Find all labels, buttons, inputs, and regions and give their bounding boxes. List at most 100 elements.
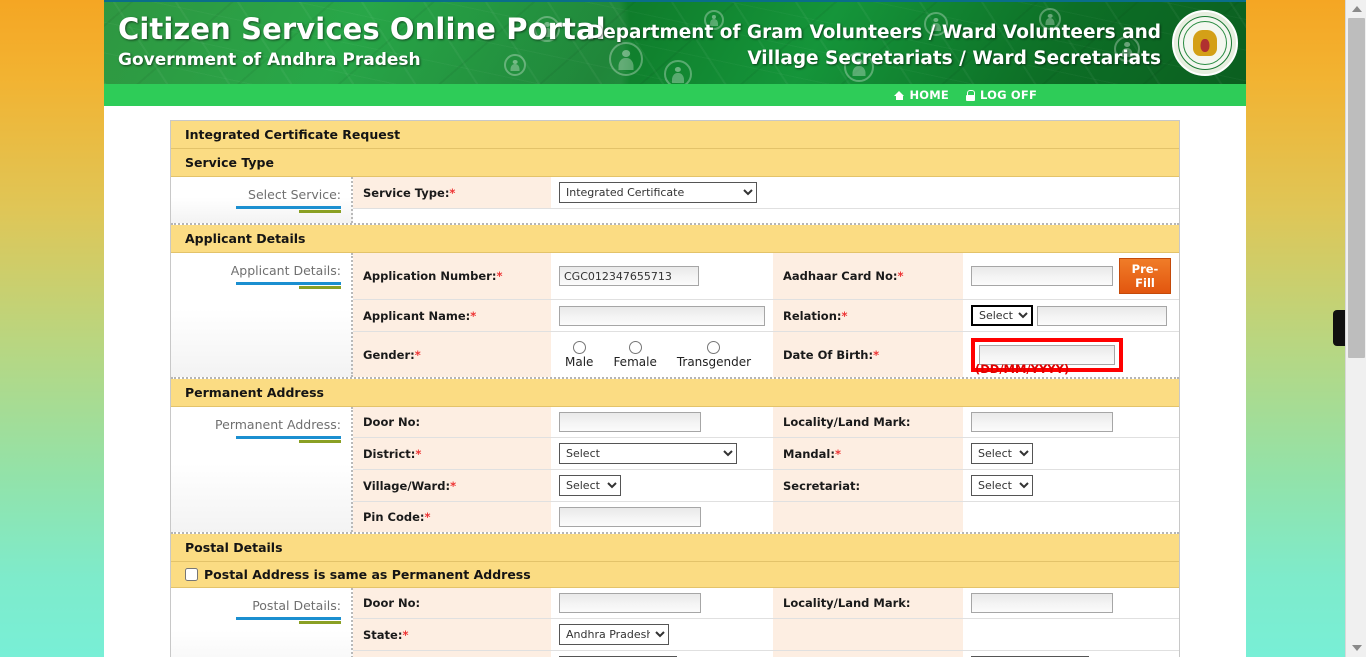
- accent-bar-blue: [236, 436, 341, 439]
- value-gender: Male Female Transgender: [551, 332, 773, 377]
- gender-option-transgender[interactable]: Transgender: [677, 340, 751, 369]
- side-label-text: Select Service:: [248, 187, 341, 202]
- postal-same-as-permanent-label[interactable]: Postal Address is same as Permanent Addr…: [185, 567, 1165, 582]
- label-postal-mandal: Mandal:*: [773, 651, 963, 657]
- postal-same-as-permanent-checkbox[interactable]: [185, 568, 198, 581]
- relation-select[interactable]: Select: [971, 305, 1033, 326]
- prefill-button[interactable]: Pre-Fill: [1119, 258, 1171, 294]
- empty-value-cell: [963, 502, 1179, 532]
- value-perm-district: Select: [551, 438, 773, 469]
- department-title-line2: Village Secretariats / Ward Secretariats: [747, 48, 1161, 69]
- gender-radio-female[interactable]: [628, 340, 642, 354]
- section-header-applicant-details: Applicant Details: [171, 225, 1179, 253]
- value-relation: Select: [963, 300, 1179, 331]
- section-body-permanent-address: Permanent Address: Door No: Locality/Lan…: [171, 407, 1179, 534]
- accent-bar-olive: [299, 621, 341, 624]
- label-postal-locality: Locality/Land Mark:: [773, 588, 963, 618]
- label-perm-locality: Locality/Land Mark:: [773, 407, 963, 437]
- site-title-line2: Government of Andhra Pradesh: [118, 50, 421, 70]
- service-type-select[interactable]: Integrated Certificate: [559, 182, 757, 203]
- required-marker: *: [415, 446, 422, 461]
- accent-bar-blue: [236, 206, 341, 209]
- label-perm-door-no: Door No:: [353, 407, 551, 437]
- required-marker: *: [402, 627, 409, 642]
- required-marker: *: [414, 347, 421, 362]
- label-perm-pincode: Pin Code: *: [353, 502, 551, 532]
- label-gender: Gender: *: [353, 332, 551, 377]
- gender-radio-male[interactable]: [572, 340, 586, 354]
- scroll-up-arrow-icon[interactable]: [1346, 0, 1366, 18]
- spacer-row: [353, 209, 1179, 223]
- page-content: Integrated Certificate Request Service T…: [104, 106, 1246, 657]
- label-aadhaar: Aadhaar Card No: *: [773, 253, 963, 299]
- site-title-line1: Citizen Services Online Portal: [118, 12, 606, 46]
- perm-mandal-select[interactable]: Select: [971, 443, 1033, 464]
- nav-logoff-link[interactable]: LOG OFF: [965, 88, 1037, 102]
- postal-same-as-permanent-row: Postal Address is same as Permanent Addr…: [171, 562, 1179, 588]
- section-body-applicant-details: Applicant Details: Application Number: * …: [171, 253, 1179, 379]
- date-format-hint: (DD/MM/YYYY): [975, 361, 1070, 376]
- accent-bar-blue: [236, 617, 341, 620]
- side-label-text: Postal Details:: [252, 598, 341, 613]
- relation-name-input[interactable]: [1037, 305, 1167, 326]
- page-scrollbar[interactable]: [1345, 0, 1366, 657]
- accent-bar-olive: [299, 440, 341, 443]
- perm-district-select[interactable]: Select: [559, 443, 737, 464]
- applicant-name-input[interactable]: [559, 305, 765, 326]
- side-label-service-type: Select Service:: [171, 177, 353, 223]
- required-marker: *: [873, 347, 880, 362]
- label-service-type: Service Type: *: [353, 177, 551, 208]
- value-postal-door-no: [551, 588, 773, 618]
- label-relation: Relation: *: [773, 300, 963, 331]
- side-label-text: Applicant Details:: [230, 263, 341, 278]
- aadhaar-input[interactable]: [971, 266, 1113, 286]
- side-label-text: Permanent Address:: [215, 417, 341, 432]
- perm-secretariat-select[interactable]: Select: [971, 475, 1033, 496]
- scrollbar-thumb[interactable]: [1348, 18, 1365, 358]
- form-row: Application Number:* Aadhaar Card No:* P…: [353, 253, 1179, 300]
- section-body-postal-details: Postal Details: Door No: Locality/Land M…: [171, 588, 1179, 657]
- page-shell: Citizen Services Online Portal Governmen…: [104, 0, 1246, 657]
- label-application-number: Application Number: *: [353, 253, 551, 299]
- gender-option-female[interactable]: Female: [613, 340, 657, 369]
- section-header-permanent-address: Permanent Address: [171, 379, 1179, 407]
- value-perm-secretariat: Select: [963, 470, 1179, 501]
- value-perm-locality: [963, 407, 1179, 437]
- nav-home-link[interactable]: HOME: [894, 88, 949, 102]
- form-row: Applicant Name: * Relation: * Select: [353, 300, 1179, 332]
- required-marker: *: [470, 308, 477, 323]
- value-postal-locality: [963, 588, 1179, 618]
- nav-logoff-label: LOG OFF: [979, 88, 1037, 102]
- postal-same-as-permanent-text: Postal Address is same as Permanent Addr…: [204, 567, 531, 582]
- side-label-applicant-details: Applicant Details:: [171, 253, 353, 377]
- scroll-down-arrow-icon[interactable]: [1346, 639, 1366, 657]
- postal-locality-input[interactable]: [971, 593, 1113, 613]
- required-marker: *: [450, 478, 457, 493]
- empty-label-cell: [773, 619, 963, 650]
- site-banner: Citizen Services Online Portal Governmen…: [104, 0, 1246, 84]
- integrated-certificate-form: Integrated Certificate Request Service T…: [170, 120, 1180, 657]
- perm-door-no-input[interactable]: [559, 412, 701, 432]
- perm-pincode-input[interactable]: [559, 507, 701, 527]
- perm-village-select[interactable]: Select: [559, 475, 621, 496]
- value-perm-door-no: [551, 407, 773, 437]
- value-perm-village: Select: [551, 470, 773, 501]
- top-navbar: HOME LOG OFF: [104, 84, 1246, 106]
- form-row: Door No: Locality/Land Mark:: [353, 588, 1179, 619]
- gender-option-male[interactable]: Male: [565, 340, 593, 369]
- section-header-service-type: Service Type: [171, 149, 1179, 177]
- value-postal-mandal: Select: [963, 651, 1179, 657]
- label-postal-district: District:*: [353, 651, 551, 657]
- value-postal-state: Andhra Pradesh: [551, 619, 773, 650]
- postal-door-no-input[interactable]: [559, 593, 701, 613]
- required-marker: *: [841, 308, 848, 323]
- postal-state-select[interactable]: Andhra Pradesh: [559, 624, 669, 645]
- application-number-input[interactable]: [559, 266, 699, 286]
- label-postal-state: State: *: [353, 619, 551, 650]
- perm-locality-input[interactable]: [971, 412, 1113, 432]
- gender-radio-transgender[interactable]: [707, 340, 721, 354]
- label-applicant-name: Applicant Name: *: [353, 300, 551, 331]
- label-perm-district: District: *: [353, 438, 551, 469]
- required-marker: *: [897, 269, 904, 283]
- date-of-birth-wrapper: (DD/MM/YYYY): [971, 337, 1123, 376]
